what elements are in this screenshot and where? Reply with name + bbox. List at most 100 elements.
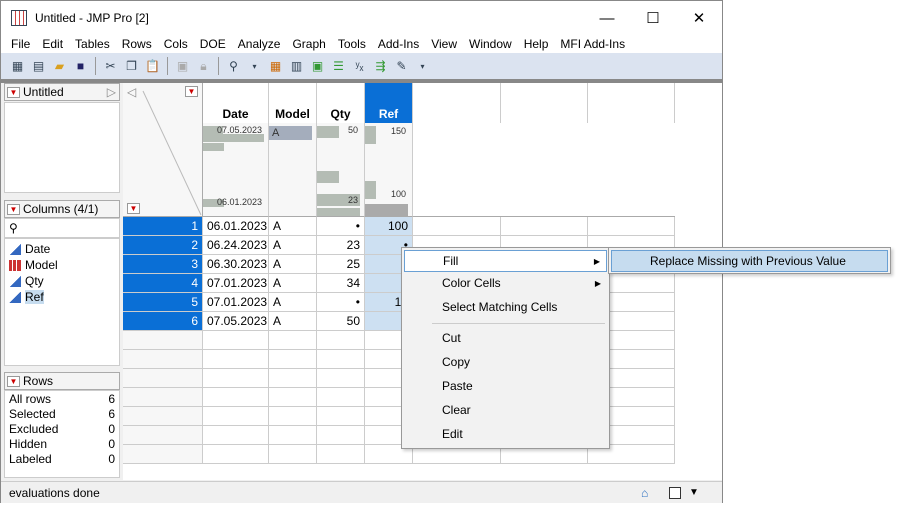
- new-script-icon[interactable]: ▤: [30, 58, 47, 75]
- empty-cell[interactable]: [203, 407, 269, 426]
- header-qty[interactable]: Qty: [317, 83, 365, 123]
- column-item-date[interactable]: Date: [5, 241, 119, 257]
- menu-tables[interactable]: Tables: [69, 37, 116, 51]
- empty-cell[interactable]: [317, 388, 365, 407]
- red-triangle-icon[interactable]: ▼: [7, 376, 20, 387]
- maximize-button[interactable]: ☐: [630, 1, 676, 35]
- cell-model[interactable]: A: [269, 312, 317, 331]
- toolbar-overflow-icon[interactable]: ▾: [246, 58, 263, 75]
- paste-icon[interactable]: 📋: [144, 58, 161, 75]
- menu-item-select-matching-cells[interactable]: Select Matching Cells: [404, 296, 607, 318]
- empty-cell[interactable]: [269, 331, 317, 350]
- empty-cell[interactable]: [203, 426, 269, 445]
- cell-qty[interactable]: •: [317, 293, 365, 312]
- search-icon[interactable]: ⚲: [225, 58, 242, 75]
- copy-icon[interactable]: ❐: [123, 58, 140, 75]
- row-number[interactable]: 5: [123, 293, 203, 312]
- row-number[interactable]: 2: [123, 236, 203, 255]
- home-icon[interactable]: ⌂: [641, 486, 648, 500]
- cell-date[interactable]: 07.01.2023: [203, 293, 269, 312]
- cell-model[interactable]: A: [269, 236, 317, 255]
- empty-cell[interactable]: [269, 445, 317, 464]
- empty-cell[interactable]: [501, 217, 588, 236]
- cell-date[interactable]: 06.24.2023: [203, 236, 269, 255]
- menu-add-ins[interactable]: Add-Ins: [372, 37, 425, 51]
- menu-item-copy[interactable]: Copy: [404, 351, 607, 373]
- menu-window[interactable]: Window: [463, 37, 518, 51]
- graph-builder-icon[interactable]: ▣: [309, 58, 326, 75]
- empty-cell[interactable]: [269, 407, 317, 426]
- row-number[interactable]: 1: [123, 217, 203, 236]
- menu-item-fill[interactable]: Fill▶: [404, 250, 607, 272]
- row-number[interactable]: 3: [123, 255, 203, 274]
- menu-item-edit[interactable]: Edit: [404, 423, 607, 445]
- empty-cell[interactable]: [413, 217, 501, 236]
- column-item-model[interactable]: Model: [5, 257, 119, 273]
- rows-panel-header[interactable]: ▼Rows: [4, 372, 120, 390]
- empty-cell[interactable]: [269, 388, 317, 407]
- menu-view[interactable]: View: [425, 37, 463, 51]
- menu-item-paste[interactable]: Paste: [404, 375, 607, 397]
- cell-qty[interactable]: •: [317, 217, 365, 236]
- menu-edit[interactable]: Edit: [36, 37, 69, 51]
- columns-panel-header[interactable]: ▼Columns (4/1): [4, 200, 120, 218]
- filter-icon[interactable]: ▣: [174, 58, 191, 75]
- cell-qty[interactable]: 50: [317, 312, 365, 331]
- row-number[interactable]: [123, 369, 203, 388]
- menu-graph[interactable]: Graph: [286, 37, 331, 51]
- column-item-ref[interactable]: Ref: [5, 289, 119, 305]
- new-table-icon[interactable]: ▦: [9, 58, 26, 75]
- header-empty[interactable]: [588, 83, 675, 123]
- cell-date[interactable]: 07.01.2023: [203, 274, 269, 293]
- data-table-icon[interactable]: ▦: [267, 58, 284, 75]
- cell-model[interactable]: A: [269, 293, 317, 312]
- row-number[interactable]: [123, 350, 203, 369]
- menu-file[interactable]: File: [5, 37, 36, 51]
- empty-cell[interactable]: [588, 217, 675, 236]
- empty-cell[interactable]: [317, 350, 365, 369]
- cell-date[interactable]: 06.30.2023: [203, 255, 269, 274]
- header-model[interactable]: Model: [269, 83, 317, 123]
- lock-icon[interactable]: 🔒︎: [195, 58, 212, 75]
- script-editor-icon[interactable]: ✎: [393, 58, 410, 75]
- dropdown-arrow-icon[interactable]: ▼: [689, 487, 699, 498]
- menu-item-clear[interactable]: Clear: [404, 399, 607, 421]
- menu-analyze[interactable]: Analyze: [232, 37, 287, 51]
- empty-cell[interactable]: [203, 331, 269, 350]
- cell-date[interactable]: 06.01.2023: [203, 217, 269, 236]
- cell-qty[interactable]: 25: [317, 255, 365, 274]
- menu-item-color-cells[interactable]: Color Cells▶: [404, 272, 607, 294]
- menu-mfi-add-ins[interactable]: MFI Add-Ins: [554, 37, 631, 51]
- header-empty[interactable]: [413, 83, 501, 123]
- header-date[interactable]: Date: [203, 83, 269, 123]
- row-number[interactable]: 4: [123, 274, 203, 293]
- column-search-input[interactable]: ⚲: [4, 218, 120, 238]
- row-number[interactable]: [123, 388, 203, 407]
- menu-doe[interactable]: DOE: [194, 37, 232, 51]
- empty-cell[interactable]: [203, 445, 269, 464]
- empty-cell[interactable]: [317, 407, 365, 426]
- tabulate-icon[interactable]: ▥: [288, 58, 305, 75]
- collapse-icon[interactable]: ▷: [107, 85, 116, 99]
- fit-model-icon[interactable]: ⇶: [372, 58, 389, 75]
- menu-item-cut[interactable]: Cut: [404, 327, 607, 349]
- save-icon[interactable]: ■: [72, 58, 89, 75]
- empty-cell[interactable]: [203, 350, 269, 369]
- cell-qty[interactable]: 34: [317, 274, 365, 293]
- header-ref[interactable]: Ref: [365, 83, 413, 123]
- cell-date[interactable]: 07.05.2023: [203, 312, 269, 331]
- cell-model[interactable]: A: [269, 255, 317, 274]
- window-list-checkbox[interactable]: [669, 487, 681, 499]
- empty-cell[interactable]: [269, 350, 317, 369]
- cell-model[interactable]: A: [269, 217, 317, 236]
- row-number[interactable]: 6: [123, 312, 203, 331]
- minimize-button[interactable]: —: [584, 1, 630, 35]
- empty-cell[interactable]: [317, 369, 365, 388]
- menu-rows[interactable]: Rows: [116, 37, 158, 51]
- row-number[interactable]: [123, 331, 203, 350]
- open-icon[interactable]: ▰: [51, 58, 68, 75]
- empty-cell[interactable]: [269, 426, 317, 445]
- row-number[interactable]: [123, 426, 203, 445]
- menu-cols[interactable]: Cols: [158, 37, 194, 51]
- cell-model[interactable]: A: [269, 274, 317, 293]
